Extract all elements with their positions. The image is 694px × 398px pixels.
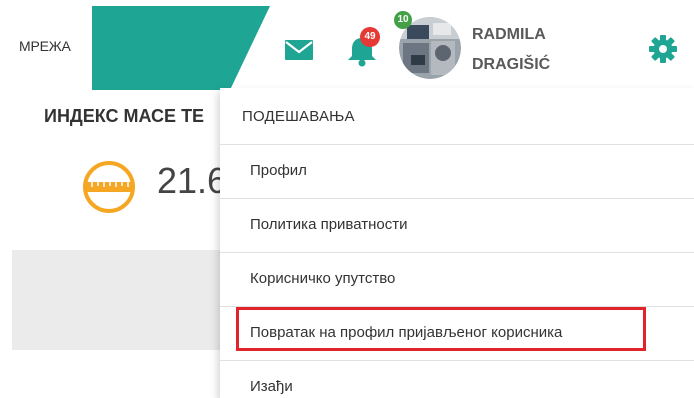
avatar-badge: 10 <box>394 11 412 29</box>
top-bar: МРЕЖА 49 10 RADMILA DRAGIŠIĆ <box>0 0 694 90</box>
card-footer-band <box>12 250 242 350</box>
notifications-button[interactable]: 49 <box>342 27 382 70</box>
page: ИНДЕКС МАСЕ ТЕ 21.6 МРЕЖА 49 10 RADMILA … <box>0 0 694 398</box>
bmi-card: ИНДЕКС МАСЕ ТЕ 21.6 <box>12 92 242 250</box>
menu-item-privacy-policy[interactable]: Политика приватности <box>220 199 694 253</box>
teal-banner-shape <box>92 6 270 90</box>
bmi-title: ИНДЕКС МАСЕ ТЕ <box>44 106 205 126</box>
nav-link-network[interactable]: МРЕЖА <box>19 38 71 54</box>
settings-dropdown: ПОДЕШАВАЊА Профил Политика приватности К… <box>220 88 694 398</box>
dropdown-header-label: ПОДЕШАВАЊА <box>242 108 355 125</box>
menu-item-return-to-logged-in-profile[interactable]: Повратак на профил пријављеног корисника <box>220 307 694 361</box>
user-last-name: DRAGIŠIĆ <box>472 56 551 73</box>
envelope-icon[interactable] <box>284 39 314 61</box>
menu-item-user-manual[interactable]: Корисничко упутство <box>220 253 694 307</box>
menu-item-label: Политика приватности <box>250 216 408 233</box>
user-name[interactable]: RADMILA DRAGIŠIĆ <box>472 20 550 80</box>
measuring-tape-icon <box>83 161 135 213</box>
menu-item-label: Корисничко упутство <box>250 270 396 287</box>
notifications-badge: 49 <box>360 27 380 47</box>
menu-item-label: Повратак на профил пријављеног корисника <box>250 324 563 341</box>
bmi-value: 21.6 <box>157 160 228 201</box>
dropdown-header: ПОДЕШАВАЊА <box>220 88 694 145</box>
menu-item-label: Изађи <box>250 378 293 395</box>
gear-icon[interactable] <box>648 34 678 64</box>
menu-item-logout[interactable]: Изађи <box>220 361 694 398</box>
menu-item-profile[interactable]: Профил <box>220 145 694 199</box>
avatar-button[interactable]: 10 <box>394 11 461 79</box>
user-first-name: RADMILA <box>472 26 546 43</box>
menu-item-label: Профил <box>250 162 307 179</box>
